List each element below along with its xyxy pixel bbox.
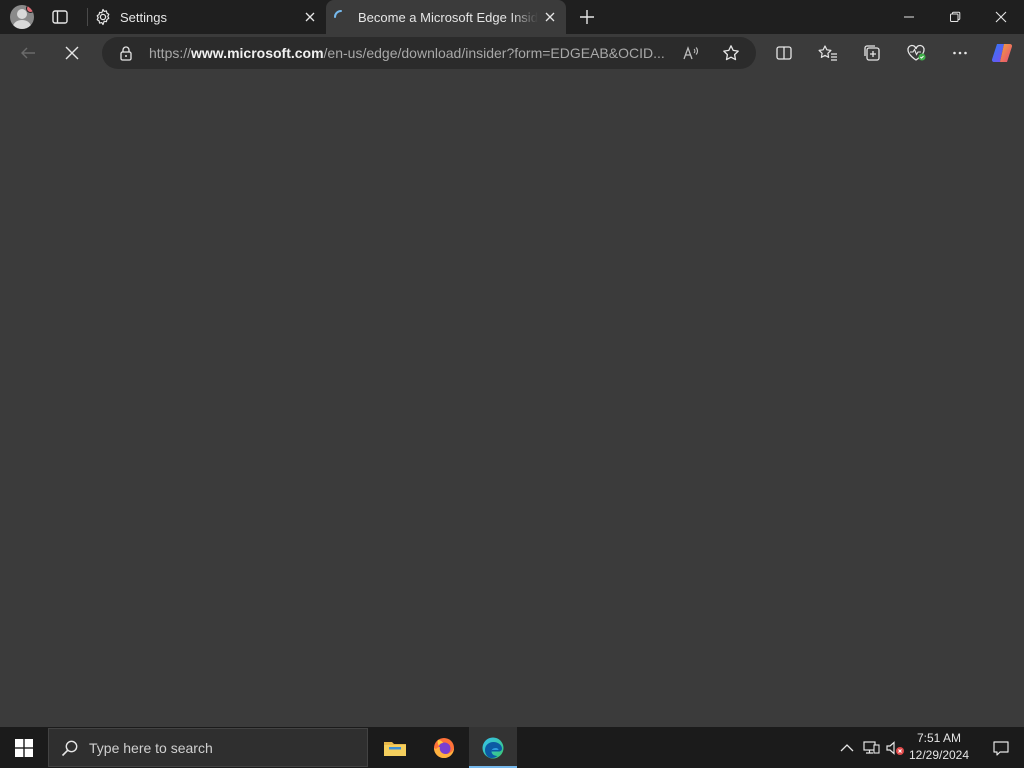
browser-essentials-icon[interactable] <box>901 39 931 67</box>
close-tab-icon[interactable] <box>298 5 322 29</box>
file-explorer-icon[interactable] <box>371 727 419 768</box>
taskbar: Type here to search 7:51 AM 12/29/2024 <box>0 727 1024 768</box>
close-tab-icon[interactable] <box>538 5 562 29</box>
url-domain: www.microsoft.com <box>191 45 324 61</box>
tab-edge-insider-label: Become a Microsoft Edge Insider <box>358 9 538 25</box>
tab-settings-label: Settings <box>120 9 167 25</box>
clock-time: 7:51 AM <box>916 731 962 745</box>
new-tab-button[interactable] <box>575 5 599 29</box>
taskbar-search-box[interactable]: Type here to search <box>48 728 368 767</box>
loading-spinner-icon <box>332 8 350 26</box>
lock-icon[interactable] <box>118 45 134 61</box>
tab-edge-insider[interactable]: Become a Microsoft Edge Insider <box>326 0 566 34</box>
windows-logo-icon <box>15 738 33 757</box>
volume-muted-icon[interactable] <box>884 727 906 768</box>
stop-loading-button[interactable] <box>57 39 87 67</box>
add-favorite-star-icon[interactable] <box>720 42 742 64</box>
notification-dot <box>26 5 34 13</box>
search-icon <box>61 740 78 756</box>
profile-avatar[interactable] <box>10 5 34 29</box>
tab-strip: Settings Become a Microsoft Edge Insider <box>0 0 1024 34</box>
tab-actions-icon[interactable] <box>50 7 70 27</box>
browser-toolbar: https://www.microsoft.com/en-us/edge/dow… <box>0 34 1024 72</box>
edge-taskbar-icon[interactable] <box>469 727 517 768</box>
clock-date: 12/29/2024 <box>908 748 970 762</box>
network-icon[interactable] <box>860 727 882 768</box>
minimize-button[interactable] <box>886 0 932 34</box>
favorites-icon[interactable] <box>813 39 843 67</box>
search-placeholder: Type here to search <box>89 739 213 756</box>
start-button[interactable] <box>0 727 48 768</box>
show-hidden-icons-chevron-up-icon[interactable] <box>836 727 858 768</box>
url-prefix: https:// <box>149 45 192 61</box>
close-window-button[interactable] <box>978 0 1024 34</box>
more-options-icon[interactable] <box>945 39 975 67</box>
url-text[interactable]: https://www.microsoft.com/en-us/edge/dow… <box>149 45 669 61</box>
gear-icon <box>94 8 112 26</box>
address-bar[interactable]: https://www.microsoft.com/en-us/edge/dow… <box>102 37 756 69</box>
copilot-icon[interactable] <box>987 39 1017 67</box>
system-clock[interactable]: 7:51 AM 12/29/2024 <box>904 730 974 764</box>
page-content <box>0 72 1024 727</box>
restore-button[interactable] <box>932 0 978 34</box>
collections-icon[interactable] <box>857 39 887 67</box>
firefox-icon[interactable] <box>420 727 468 768</box>
notification-center-icon[interactable] <box>978 727 1024 768</box>
url-path: /en-us/edge/download/insider?form=EDGEAB… <box>323 45 665 61</box>
split-screen-icon[interactable] <box>769 39 799 67</box>
tab-settings[interactable]: Settings <box>88 0 326 34</box>
back-button[interactable] <box>13 39 43 67</box>
read-aloud-icon[interactable] <box>680 42 702 64</box>
